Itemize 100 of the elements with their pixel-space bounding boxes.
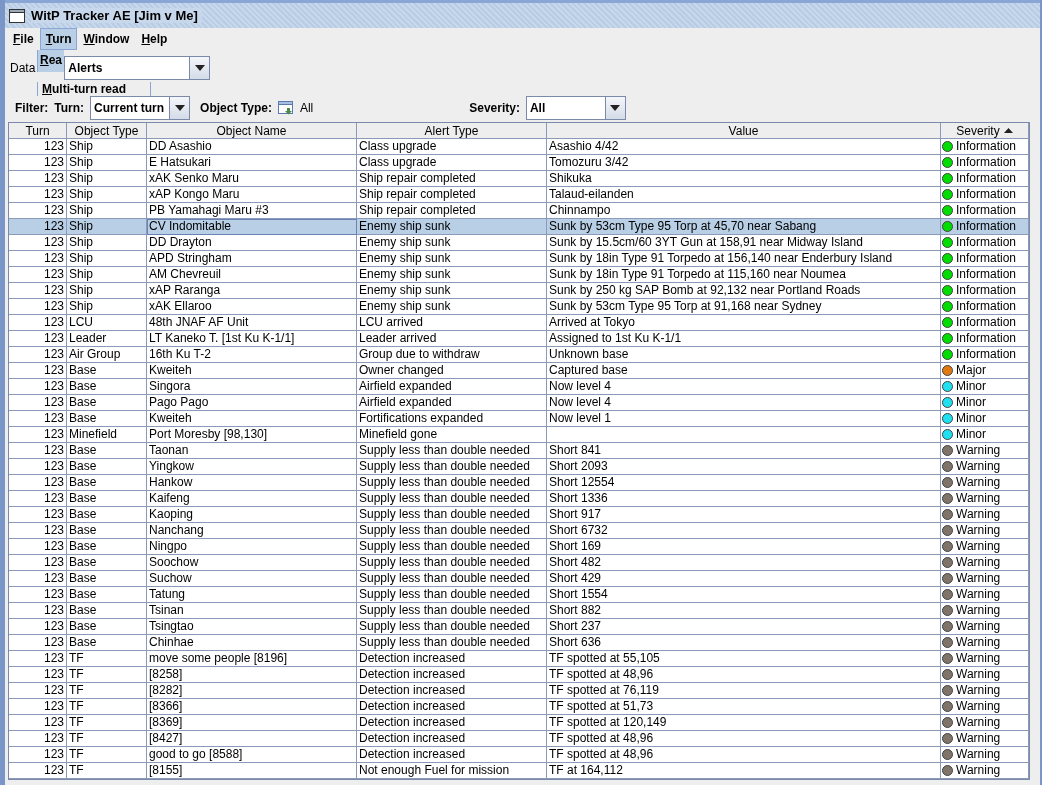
menu-item[interactable]: File [7,28,40,50]
table-cell: CV Indomitable [147,219,357,235]
menu-item[interactable]: Turn [39,28,78,50]
table-row[interactable]: 123 Base Kweiteh Fortifications expanded Now level 1 Minor [9,411,1029,427]
severity-combo[interactable]: All [525,96,626,120]
table-cell: Warning [956,667,1001,682]
table-cell: Information [956,171,1017,186]
severity-label: Severity: [469,101,520,115]
table-cell: Warning [956,443,1001,458]
table-row[interactable]: 123 Ship E Hatsukari Class upgrade Tomozuru 3/42 Information [9,155,1029,171]
table-row[interactable]: 123 Base Taonan Supply less than double needed Short 841 Warning [9,443,1029,459]
table-row[interactable]: 123 Ship AM Chevreuil Enemy ship sunk Sunk by 18in Type 91 Torpedo at 115,160 near Noumea Information [9,267,1029,283]
object-type-label: Object Type: [200,101,272,115]
table-cell: Warning [956,523,1001,538]
table-cell: Major [956,363,986,378]
table-row[interactable]: 123 Ship PB Yamahagi Maru #3 Ship repair completed Chinnampo Information [9,203,1029,219]
table-cell: Information [956,219,1017,234]
table-cell: PB Yamahagi Maru #3 [147,203,357,219]
table-cell: Warning [956,619,1001,634]
table-row[interactable]: 123 Base Nanchang Supply less than double needed Short 6732 Warning [9,523,1029,539]
table-cell: Not enough Fuel for mission [357,763,547,779]
menu-popup-item[interactable]: Multi-turn read [37,82,151,96]
table-row[interactable]: 123 Ship APD Stringham Enemy ship sunk Sunk by 18in Type 91 Torpedo at 156,140 near Enderbury Island Information [9,251,1029,267]
table-cell: Minor [956,395,986,410]
table-cell: Warning [956,731,1001,746]
table-cell: Information [956,235,1017,250]
table-row[interactable]: 123 Base Singora Airfield expanded Now level 4 Minor [9,379,1029,395]
dropdown-arrow-icon [610,105,621,111]
table-cell: Warning [956,475,1001,490]
table-row[interactable]: 123 TF [8366] Detection increased TF spotted at 51,73 Warning [9,699,1029,715]
table-row[interactable]: 123 Base Kweiteh Owner changed Captured base Major [9,363,1029,379]
table-row[interactable]: 123 Air Group 16th Ku T-2 Group due to withdraw Unknown base Information [9,347,1029,363]
column-header[interactable]: Object Type [67,123,147,139]
table-row[interactable]: 123 Base Yingkow Supply less than double needed Short 2093 Warning [9,459,1029,475]
menu-item[interactable]: Help [135,28,174,50]
table-cell: Information [956,155,1017,170]
object-type-value: All [299,101,314,115]
table-row[interactable]: 123 Base Hankow Supply less than double needed Short 12554 Warning [9,475,1029,491]
column-header[interactable]: Severity [941,123,1029,139]
table-row[interactable]: 123 TF [8155] Not enough Fuel for mission TF at 164,112 Warning [9,763,1029,779]
dropdown-arrow-icon [194,65,205,71]
table-cell: TF at 164,112 [547,763,941,779]
data-label: Data [10,61,36,75]
table-row[interactable]: 123 Base Tsinan Supply less than double needed Short 882 Warning [9,603,1029,619]
table-cell: Warning [956,635,1001,650]
window-title: WitP Tracker AE [Jim v Me] [31,8,202,23]
table-row[interactable]: 123 Base Suchow Supply less than double needed Short 429 Warning [9,571,1029,587]
table-cell: Warning [956,571,1001,586]
column-header[interactable]: Alert Type [357,123,547,139]
data-combo[interactable]: Alerts [64,56,211,80]
table-row[interactable]: 123 Base Kaoping Supply less than double needed Short 917 Warning [9,507,1029,523]
table-cell: Information [956,251,1017,266]
table-row[interactable]: 123 Base Pago Pago Airfield expanded Now level 4 Minor [9,395,1029,411]
filter-label: Filter: [15,101,49,115]
table-cell: Warning [956,699,1001,714]
column-header[interactable]: Object Name [147,123,357,139]
table-cell: Warning [956,539,1001,554]
menu-popup-item[interactable]: Rea [37,50,64,72]
table-cell: Warning [956,747,1001,762]
table-cell: Information [956,299,1017,314]
table-cell: Information [956,203,1017,218]
table-cell: Minor [956,427,986,442]
turn-combo[interactable]: Current turn [90,96,191,120]
table-row[interactable]: 123 Base Soochow Supply less than double needed Short 482 Warning [9,555,1029,571]
table-row[interactable]: 123 TF [8258] Detection increased TF spotted at 48,96 Warning [9,667,1029,683]
table-row[interactable]: 123 TF good to go [8588] Detection increased TF spotted at 48,96 Warning [9,747,1029,763]
table-row[interactable]: 123 Ship DD Drayton Enemy ship sunk Sunk by 15.5cm/60 3YT Gun at 158,91 near Midway Island Information [9,235,1029,251]
table-row[interactable]: 123 Minefield Port Moresby [98,130] Minefield gone Minor [9,427,1029,443]
table-cell: 123 [9,763,67,779]
table-row[interactable]: 123 Ship CV Indomitable Enemy ship sunk Sunk by 53cm Type 95 Torp at 45,70 near Sabang Information [9,219,1029,235]
menu-item[interactable]: Window [77,28,136,50]
table-cell: Warning [956,603,1001,618]
table-row[interactable]: 123 Ship xAK Ellaroo Enemy ship sunk Sunk by 53cm Type 95 Torp at 91,168 near Sydney Information [9,299,1029,315]
table-cell: Information [956,315,1017,330]
table-row[interactable]: 123 TF [8369] Detection increased TF spotted at 120,149 Warning [9,715,1029,731]
table-cell: Warning [956,715,1001,730]
column-header[interactable]: Turn [9,123,67,139]
table-row[interactable]: 123 Leader LT Kaneko T. [1st Ku K-1/1] Leader arrived Assigned to 1st Ku K-1/1 Information [9,331,1029,347]
turn-label: Turn: [54,101,85,115]
table-row[interactable]: 123 Ship DD Asashio Class upgrade Asashio 4/42 Information [9,139,1029,155]
table-row[interactable]: 123 TF move some people [8196] Detection increased TF spotted at 55,105 Warning [9,651,1029,667]
column-header[interactable]: Value [547,123,941,139]
table-cell: Warning [956,555,1001,570]
table-cell: Information [956,331,1017,346]
table-cell: Information [956,267,1017,282]
table-cell: Information [956,347,1017,362]
table-row[interactable]: 123 TF [8282] Detection increased TF spotted at 76,119 Warning [9,683,1029,699]
table-row[interactable]: 123 Base Tsingtao Supply less than double needed Short 237 Warning [9,619,1029,635]
table-row[interactable]: 123 Ship xAK Senko Maru Ship repair completed Shikuka Information [9,171,1029,187]
table-row[interactable]: 123 Ship xAP Kongo Maru Ship repair completed Talaud-eilanden Information [9,187,1029,203]
table-cell: Warning [956,491,1001,506]
table-row[interactable]: 123 Ship xAP Raranga Enemy ship sunk Sunk by 250 kg SAP Bomb at 92,132 near Portland Roads Information [9,283,1029,299]
table-row[interactable]: 123 Base Tatung Supply less than double needed Short 1554 Warning [9,587,1029,603]
table-row[interactable]: 123 Base Kaifeng Supply less than double needed Short 1336 Warning [9,491,1029,507]
object-type-icon[interactable] [277,101,294,115]
table-row[interactable]: 123 TF [8427] Detection increased TF spotted at 48,96 Warning [9,731,1029,747]
table-row[interactable]: 123 Base Ningpo Supply less than double needed Short 169 Warning [9,539,1029,555]
table-cell: Warning [956,507,1001,522]
table-row[interactable]: 123 LCU 48th JNAF AF Unit LCU arrived Arrived at Tokyo Information [9,315,1029,331]
table-row[interactable]: 123 Base Chinhae Supply less than double needed Short 636 Warning [9,635,1029,651]
